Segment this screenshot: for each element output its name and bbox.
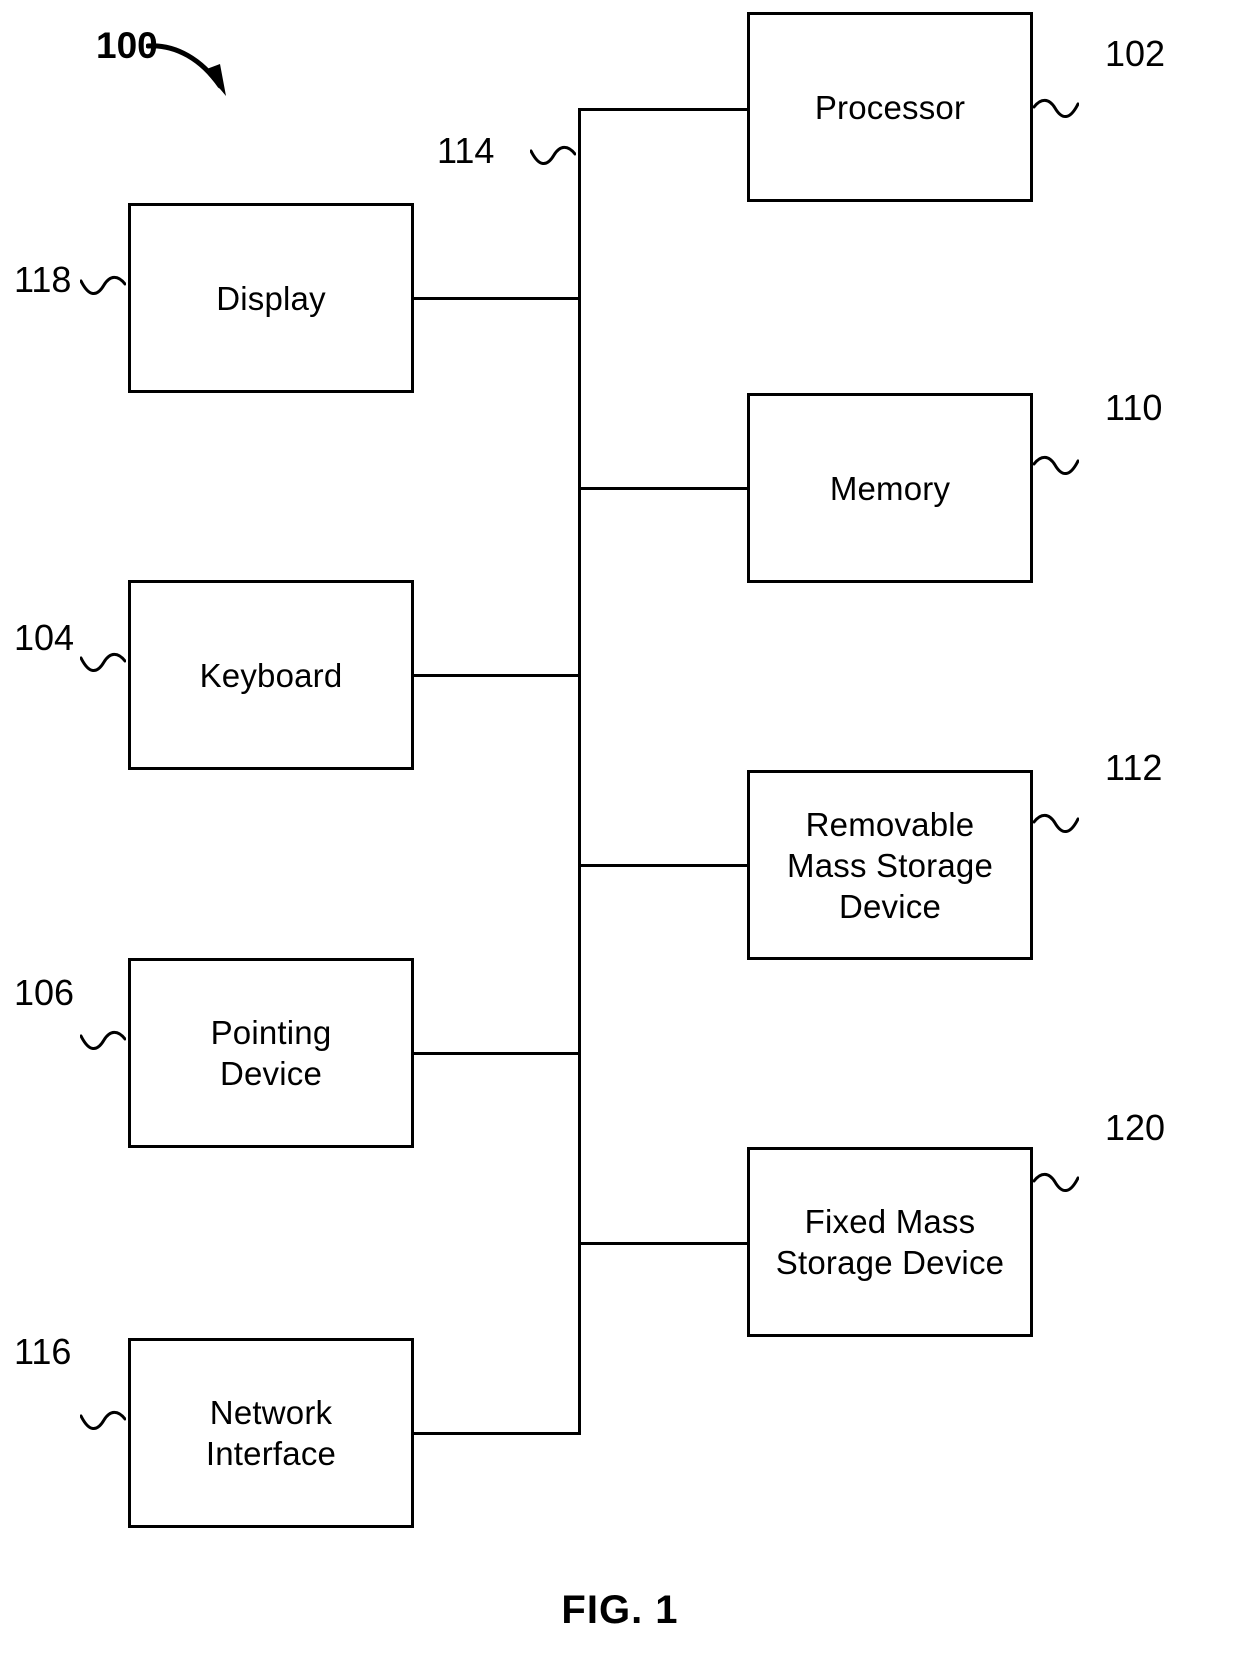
block-network-interface[interactable]: Network Interface [128, 1338, 414, 1528]
wire-pointing-device-to-bus [411, 1052, 581, 1055]
block-keyboard-label: Keyboard [199, 656, 343, 694]
lead-squiggle-106-icon [80, 1026, 126, 1052]
figure-caption: FIG. 1 [561, 1588, 679, 1632]
ref-numeral-112: 112 [1105, 747, 1163, 788]
lead-squiggle-120-icon [1033, 1168, 1079, 1194]
block-network-interface-label: Network Interface [205, 1394, 337, 1472]
ref-numeral-106: 106 [14, 972, 75, 1013]
lead-squiggle-104-icon [80, 648, 126, 674]
block-fixed-mass-storage-label: Fixed Mass Storage Device [775, 1203, 1005, 1281]
block-keyboard[interactable]: Keyboard [128, 580, 414, 770]
block-memory-label: Memory [829, 469, 951, 507]
ref-numeral-114: 114 [437, 130, 495, 171]
wire-keyboard-to-bus [411, 674, 581, 677]
block-display-label: Display [216, 279, 326, 317]
block-pointing-device-label: Pointing Device [210, 1014, 332, 1092]
lead-squiggle-102-icon [1033, 94, 1079, 120]
block-removable-mass-storage-label: Removable Mass Storage Device [787, 805, 993, 925]
wire-bus-to-removable-mass-storage [578, 864, 750, 867]
ref-numeral-118: 118 [14, 259, 72, 300]
figure-canvas: 100 Display Keyboard Pointing Device Net… [0, 0, 1240, 1661]
system-bus-line [578, 108, 581, 1435]
lead-squiggle-112-icon [1033, 809, 1079, 835]
lead-squiggle-116-icon [80, 1406, 126, 1432]
block-removable-mass-storage[interactable]: Removable Mass Storage Device [747, 770, 1033, 960]
lead-arrow-100-icon [145, 30, 276, 120]
ref-numeral-116: 116 [14, 1331, 72, 1372]
block-display[interactable]: Display [128, 203, 414, 393]
block-memory[interactable]: Memory [747, 393, 1033, 583]
lead-squiggle-110-icon [1033, 451, 1079, 477]
ref-numeral-110: 110 [1105, 387, 1163, 428]
block-pointing-device[interactable]: Pointing Device [128, 958, 414, 1148]
wire-bus-to-memory [578, 487, 750, 490]
ref-numeral-102: 102 [1105, 33, 1166, 74]
wire-bus-to-fixed-mass-storage [578, 1242, 750, 1245]
lead-squiggle-114-icon [530, 141, 576, 167]
block-processor-label: Processor [814, 88, 966, 126]
wire-bus-to-network-interface [411, 1432, 581, 1435]
wire-display-to-bus [411, 297, 581, 300]
wire-bus-to-processor [578, 108, 750, 111]
lead-squiggle-118-icon [80, 271, 126, 297]
ref-numeral-120: 120 [1105, 1107, 1166, 1148]
block-fixed-mass-storage[interactable]: Fixed Mass Storage Device [747, 1147, 1033, 1337]
ref-numeral-104: 104 [14, 617, 75, 658]
block-processor[interactable]: Processor [747, 12, 1033, 202]
